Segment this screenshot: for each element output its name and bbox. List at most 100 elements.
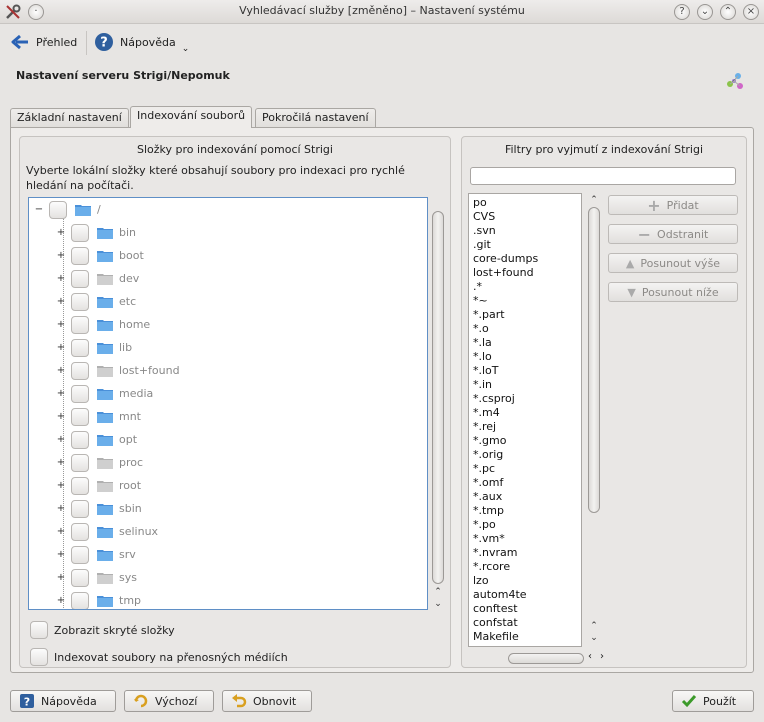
list-item[interactable]: po (469, 196, 581, 210)
folder-checkbox[interactable] (71, 246, 89, 265)
expand-icon[interactable]: + (55, 434, 67, 445)
list-item[interactable]: *.in (469, 378, 581, 392)
minimize-button[interactable]: ⌄ (697, 4, 713, 20)
list-item[interactable]: *.po (469, 518, 581, 532)
tab-file-indexing[interactable]: Indexování souborů (130, 106, 253, 128)
expand-icon[interactable]: + (55, 250, 67, 261)
scroll-up-icon[interactable]: ⌃ (433, 587, 443, 597)
list-item[interactable]: *.gmo (469, 434, 581, 448)
index-removable-option[interactable]: Indexovat soubory na přenosných médiích (30, 648, 288, 666)
index-removable-checkbox[interactable] (30, 648, 48, 666)
tab-advanced-settings[interactable]: Pokročilá nastavení (255, 108, 376, 128)
expand-icon[interactable]: + (55, 319, 67, 330)
folder-checkbox[interactable] (71, 269, 89, 288)
list-item[interactable]: .* (469, 280, 581, 294)
folder-checkbox[interactable] (71, 591, 89, 609)
list-item[interactable]: *.part (469, 308, 581, 322)
expand-icon[interactable]: + (55, 457, 67, 468)
collapse-icon[interactable]: − (33, 204, 45, 215)
expand-icon[interactable]: + (55, 296, 67, 307)
tree-row[interactable]: + opt (55, 428, 137, 451)
list-item[interactable]: core-dumps (469, 252, 581, 266)
list-item[interactable]: *.vm* (469, 532, 581, 546)
tree-row[interactable]: + mnt (55, 405, 141, 428)
folder-checkbox[interactable] (71, 522, 89, 541)
list-item[interactable]: *.m4 (469, 406, 581, 420)
list-item[interactable]: *.csproj (469, 392, 581, 406)
list-item[interactable]: .git (469, 238, 581, 252)
filter-scrollbar-thumb[interactable] (588, 207, 600, 513)
scroll-right-icon[interactable]: › (600, 651, 604, 662)
tree-row[interactable]: + selinux (55, 520, 158, 543)
add-filter-button[interactable]: + Přidat (608, 195, 738, 215)
tree-row[interactable]: + boot (55, 244, 144, 267)
folder-checkbox[interactable] (71, 453, 89, 472)
show-hidden-option[interactable]: Zobrazit skryté složky (30, 621, 175, 639)
remove-filter-button[interactable]: − Odstranit (608, 224, 738, 244)
tree-row[interactable]: + dev (55, 267, 139, 290)
list-item[interactable]: *.omf (469, 476, 581, 490)
tree-row[interactable]: + srv (55, 543, 136, 566)
list-item[interactable]: .svn (469, 224, 581, 238)
folder-checkbox[interactable] (71, 338, 89, 357)
list-item[interactable]: confstat (469, 616, 581, 630)
tree-row[interactable]: + lost+found (55, 359, 180, 382)
filter-hscrollbar-thumb[interactable] (508, 653, 584, 664)
list-item[interactable]: *~ (469, 294, 581, 308)
move-up-button[interactable]: ▲ Posunout výše (608, 253, 738, 273)
list-item[interactable]: *.lo (469, 350, 581, 364)
expand-icon[interactable]: + (55, 572, 67, 583)
tree-row-root[interactable]: − / (33, 198, 101, 221)
filter-scrollbar[interactable]: ⌃ ⌃ ⌄ (586, 193, 602, 645)
list-item[interactable]: lost+found (469, 266, 581, 280)
folder-checkbox[interactable] (71, 545, 89, 564)
tree-row[interactable]: + root (55, 474, 141, 497)
scroll-left-icon[interactable]: ‹ (588, 651, 592, 662)
expand-icon[interactable]: + (55, 388, 67, 399)
scroll-up-icon[interactable]: ⌃ (589, 621, 599, 631)
tree-row[interactable]: + lib (55, 336, 132, 359)
folder-checkbox[interactable] (71, 384, 89, 403)
list-item[interactable]: *.la (469, 336, 581, 350)
list-item[interactable]: autom4te (469, 588, 581, 602)
expand-icon[interactable]: + (55, 595, 67, 606)
expand-icon[interactable]: + (55, 273, 67, 284)
reset-button[interactable]: Obnovit (222, 690, 312, 712)
list-item[interactable]: *.orig (469, 448, 581, 462)
list-item[interactable]: *.loT (469, 364, 581, 378)
list-item[interactable]: SCCS (469, 644, 581, 646)
expand-icon[interactable]: + (55, 480, 67, 491)
expand-icon[interactable]: + (55, 227, 67, 238)
maximize-button[interactable]: ⌃ (720, 4, 736, 20)
close-button[interactable]: × (743, 4, 759, 20)
folder-checkbox[interactable] (71, 361, 89, 380)
list-item[interactable]: CVS (469, 210, 581, 224)
tree-scrollbar-thumb[interactable] (432, 211, 444, 584)
tree-row[interactable]: + proc (55, 451, 143, 474)
tree-row[interactable]: + tmp (55, 589, 141, 609)
expand-icon[interactable]: + (55, 503, 67, 514)
show-hidden-checkbox[interactable] (30, 621, 48, 639)
help-window-button[interactable]: ? (674, 4, 690, 20)
folder-checkbox[interactable] (71, 407, 89, 426)
footer-help-button[interactable]: ? Nápověda (10, 690, 116, 712)
scroll-down-icon[interactable]: ⌄ (433, 599, 443, 609)
tree-row[interactable]: + media (55, 382, 153, 405)
tree-row[interactable]: + etc (55, 290, 136, 313)
tree-row[interactable]: + bin (55, 221, 136, 244)
filter-input[interactable] (470, 167, 736, 185)
expand-icon[interactable]: + (55, 549, 67, 560)
list-item[interactable]: conftest (469, 602, 581, 616)
defaults-button[interactable]: Výchozí (124, 690, 214, 712)
tree-scrollbar[interactable]: ⌃ ⌄ (430, 199, 446, 611)
filter-list[interactable]: po CVS .svn .git core-dumps lost+found .* *~ *.p… (468, 193, 582, 647)
tree-row[interactable]: + sys (55, 566, 137, 589)
folder-checkbox[interactable] (71, 223, 89, 242)
folder-checkbox[interactable] (71, 292, 89, 311)
expand-icon[interactable]: + (55, 342, 67, 353)
list-item[interactable]: *.rcore (469, 560, 581, 574)
list-item[interactable]: lzo (469, 574, 581, 588)
scroll-up-icon[interactable]: ⌃ (589, 195, 599, 205)
expand-icon[interactable]: + (55, 365, 67, 376)
list-item[interactable]: *.pc (469, 462, 581, 476)
